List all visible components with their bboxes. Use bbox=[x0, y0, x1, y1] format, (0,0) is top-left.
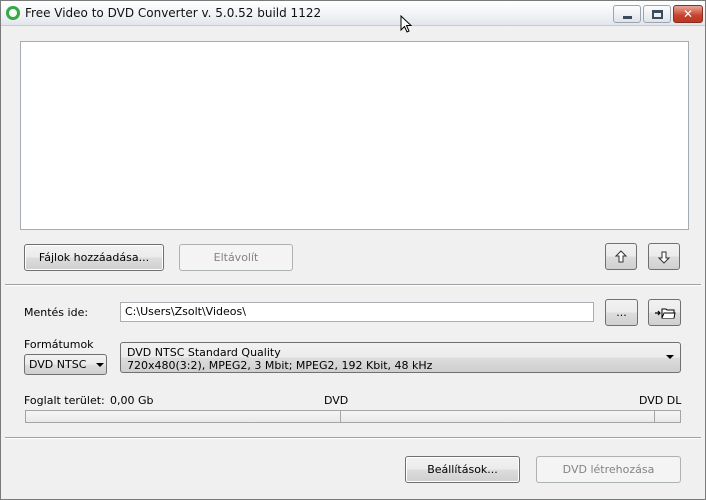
open-folder-button[interactable] bbox=[648, 299, 681, 326]
move-up-button[interactable] bbox=[605, 243, 637, 270]
space-progress-bar bbox=[25, 410, 681, 423]
dvd-dl-marker-label: DVD DL bbox=[639, 394, 682, 407]
chevron-down-icon bbox=[96, 363, 104, 367]
save-to-label: Mentés ide: bbox=[24, 306, 89, 319]
chevron-down-icon bbox=[666, 355, 674, 359]
app-logo-icon bbox=[6, 6, 20, 20]
save-path-field[interactable]: C:\Users\Zsolt\Videos\ bbox=[120, 302, 594, 322]
mouse-cursor-icon bbox=[400, 15, 412, 33]
open-folder-icon bbox=[654, 308, 676, 318]
profile-select[interactable]: DVD NTSC Standard Quality 720x480(3:2), … bbox=[120, 342, 681, 373]
settings-label: Beállítások... bbox=[427, 463, 498, 476]
file-list[interactable] bbox=[20, 41, 689, 230]
arrow-up-icon bbox=[615, 249, 627, 262]
format-selected-value: DVD NTSC bbox=[29, 358, 87, 371]
arrow-down-icon bbox=[658, 251, 670, 264]
browse-button[interactable]: ... bbox=[605, 299, 638, 326]
remove-label: Eltávolít bbox=[213, 251, 259, 264]
create-dvd-button[interactable]: DVD létrehozása bbox=[536, 456, 681, 483]
minimize-icon bbox=[622, 15, 632, 19]
separator-bottom bbox=[5, 437, 701, 439]
close-button[interactable]: ✕ bbox=[673, 5, 703, 23]
main-window: Free Video to DVD Converter v. 5.0.52 bu… bbox=[0, 0, 706, 500]
title-bar[interactable]: Free Video to DVD Converter v. 5.0.52 bu… bbox=[1, 1, 705, 26]
dvd-capacity-tick bbox=[340, 411, 341, 422]
create-dvd-label: DVD létrehozása bbox=[562, 463, 655, 476]
formats-label: Formátumok bbox=[24, 338, 94, 351]
maximize-button[interactable] bbox=[643, 5, 671, 23]
separator-top bbox=[5, 284, 701, 286]
add-files-label: Fájlok hozzáadása... bbox=[38, 251, 150, 264]
move-down-button[interactable] bbox=[648, 243, 680, 270]
profile-name: DVD NTSC Standard Quality bbox=[127, 346, 281, 359]
profile-details: 720x480(3:2), MPEG2, 3 Mbit; MPEG2, 192 … bbox=[127, 359, 433, 372]
add-files-button[interactable]: Fájlok hozzáadása... bbox=[24, 244, 164, 271]
browse-label: ... bbox=[616, 306, 627, 319]
close-icon: ✕ bbox=[682, 7, 694, 21]
maximize-icon bbox=[651, 9, 663, 19]
remove-button[interactable]: Eltávolít bbox=[179, 244, 293, 271]
dvd-marker-label: DVD bbox=[324, 394, 349, 407]
settings-button[interactable]: Beállítások... bbox=[405, 456, 520, 483]
window-title: Free Video to DVD Converter v. 5.0.52 bu… bbox=[25, 6, 322, 20]
space-used-value: 0,00 Gb bbox=[110, 394, 154, 407]
minimize-button[interactable] bbox=[613, 5, 641, 23]
space-used-label: Foglalt terület: bbox=[24, 394, 105, 407]
format-select[interactable]: DVD NTSC bbox=[24, 354, 107, 375]
dvd-dl-capacity-tick bbox=[654, 411, 655, 422]
